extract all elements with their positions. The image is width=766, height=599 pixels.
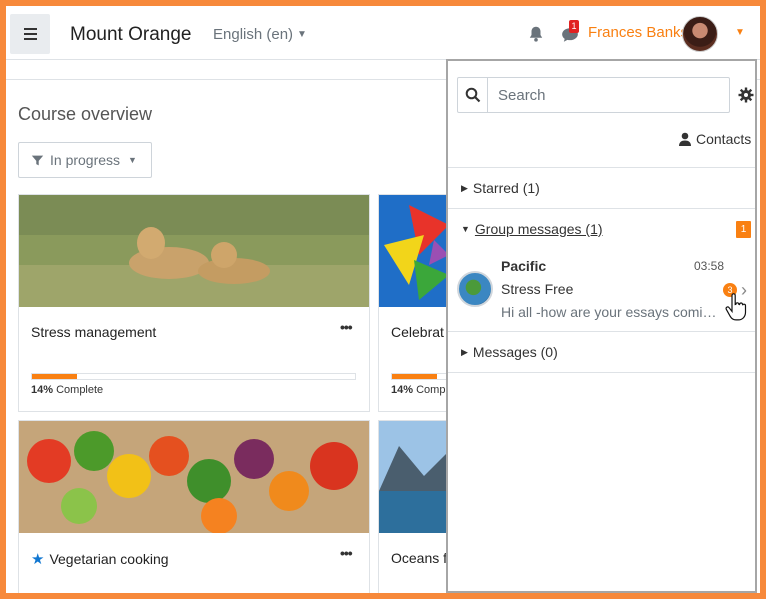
- user-menu-caret-icon[interactable]: ▼: [735, 27, 745, 38]
- message-drawer: Contacts ▶ Starred (1) ▼ Group messages …: [446, 59, 757, 593]
- page-frame: Mount Orange English (en) ▼ 1 Frances Ban…: [6, 6, 760, 593]
- course-actions-menu-icon[interactable]: •••: [340, 319, 353, 335]
- progress-fill: [32, 374, 78, 379]
- progress-suffix: Comp: [416, 384, 446, 396]
- contacts-label: Contacts: [696, 131, 752, 147]
- user-icon: [679, 132, 691, 146]
- course-title[interactable]: Celebrat: [391, 324, 444, 340]
- progress-percent: 14%: [31, 384, 54, 396]
- progress-suffix: Complete: [56, 384, 104, 396]
- course-card[interactable]: Stress management ••• 14% Complete: [18, 194, 370, 412]
- filter-label: In progress: [50, 152, 121, 168]
- course-overview-heading: Course overview: [18, 104, 153, 124]
- section-messages[interactable]: ▶ Messages (0): [448, 331, 755, 372]
- divider: [448, 372, 755, 373]
- progress-percent: 14%: [391, 384, 414, 396]
- course-title-text: Vegetarian cooking: [49, 551, 169, 567]
- caret-down-icon: ▼: [297, 29, 307, 40]
- course-progress-bar: [31, 373, 356, 380]
- section-starred[interactable]: ▶ Starred (1): [448, 167, 755, 208]
- hamburger-icon: [23, 38, 37, 40]
- contacts-link[interactable]: Contacts: [679, 131, 751, 147]
- top-navbar: Mount Orange English (en) ▼ 1 Frances Ban…: [6, 6, 760, 60]
- section-group-label: Group messages (1): [474, 221, 603, 237]
- search-button[interactable]: [458, 78, 488, 112]
- section-group-messages[interactable]: ▼ Group messages (1) 1: [448, 208, 755, 249]
- search-box[interactable]: [457, 77, 730, 113]
- star-icon: ★: [31, 551, 45, 568]
- course-image-lions[interactable]: [19, 195, 369, 307]
- conversation-name: Pacific: [501, 258, 547, 274]
- search-icon: [465, 87, 480, 103]
- menu-toggle-button[interactable]: [10, 14, 50, 54]
- course-card[interactable]: ★ Vegetarian cooking •••: [18, 420, 370, 593]
- course-actions-menu-icon[interactable]: •••: [340, 545, 353, 561]
- user-menu-name[interactable]: Frances Banks: [588, 24, 688, 41]
- course-image-vegetables[interactable]: [19, 421, 369, 533]
- conversation-item[interactable]: Pacific 03:58 Stress Free Hi all -how ar…: [448, 249, 755, 333]
- hand-cursor-icon: [725, 293, 747, 321]
- hamburger-icon: [23, 28, 37, 30]
- unread-messages-badge: 1: [569, 20, 579, 33]
- caret-down-icon: ▼: [128, 155, 137, 165]
- progress-fill: [392, 374, 438, 379]
- site-name-link[interactable]: Mount Orange: [70, 24, 191, 46]
- lions-image: [19, 195, 369, 307]
- course-title[interactable]: Stress management: [31, 324, 156, 340]
- conversation-subject: Stress Free: [501, 281, 574, 297]
- course-title[interactable]: Oceans f: [391, 550, 447, 566]
- progress-text: 14% Complete: [31, 384, 103, 396]
- course-title[interactable]: ★ Vegetarian cooking: [31, 550, 169, 568]
- language-menu[interactable]: English (en) ▼: [213, 26, 307, 43]
- user-avatar[interactable]: [682, 16, 718, 52]
- conversation-time: 03:58: [694, 259, 725, 273]
- section-messages-label: Messages (0): [472, 344, 558, 360]
- conversation-avatar: [457, 271, 493, 307]
- gear-icon[interactable]: [738, 87, 754, 103]
- vegetables-image: [19, 421, 369, 533]
- language-label: English (en): [213, 26, 294, 43]
- caret-right-icon: ▶: [461, 346, 468, 357]
- section-starred-label: Starred (1): [472, 180, 540, 196]
- group-unread-badge: 1: [736, 221, 751, 238]
- caret-right-icon: ▶: [461, 182, 468, 193]
- progress-text: 14% Comp: [391, 384, 445, 396]
- search-input[interactable]: [488, 78, 729, 112]
- hamburger-icon: [23, 33, 37, 35]
- conversation-preview: Hi all -how are your essays comin...: [501, 304, 719, 320]
- caret-down-icon: ▼: [461, 224, 470, 234]
- grouping-filter-button[interactable]: In progress ▼: [18, 142, 152, 178]
- notifications-bell-icon[interactable]: [527, 25, 545, 43]
- filter-icon: [31, 155, 44, 165]
